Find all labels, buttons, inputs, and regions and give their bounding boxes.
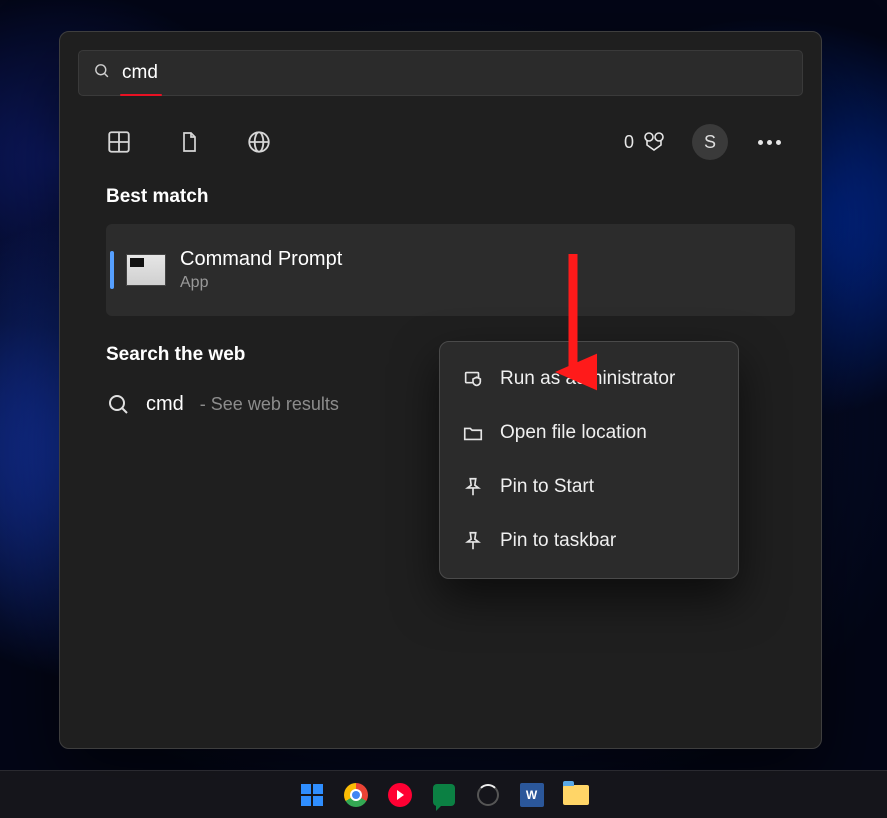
folder-icon <box>462 422 484 444</box>
search-bar[interactable] <box>78 50 803 96</box>
best-match-heading: Best match <box>106 186 803 208</box>
taskbar-word[interactable]: W <box>517 780 547 810</box>
cmd-icon <box>126 254 166 286</box>
chat-icon <box>433 784 455 806</box>
admin-shield-icon <box>462 368 484 390</box>
search-icon <box>106 392 130 416</box>
web-filter-icon[interactable] <box>246 129 272 155</box>
pin-icon <box>462 530 484 552</box>
folder-icon <box>563 785 589 805</box>
web-result-hint: - See web results <box>200 394 339 415</box>
ctx-pin-to-start[interactable]: Pin to Start <box>440 460 738 514</box>
word-icon: W <box>520 783 544 807</box>
ctx-label: Run as administrator <box>500 368 675 390</box>
ctx-open-file-location[interactable]: Open file location <box>440 406 738 460</box>
selection-accent <box>110 251 114 289</box>
taskbar-loading-app[interactable] <box>473 780 503 810</box>
start-search-panel: 0 S Best match Command Prompt App Search… <box>59 31 822 749</box>
result-subtitle: App <box>180 274 342 292</box>
windows-logo-icon <box>301 784 323 806</box>
taskbar-youtube-music[interactable] <box>385 780 415 810</box>
points-value: 0 <box>624 132 634 153</box>
taskbar: W <box>0 770 887 818</box>
result-command-prompt[interactable]: Command Prompt App <box>106 224 795 316</box>
ctx-pin-to-taskbar[interactable]: Pin to taskbar <box>440 514 738 568</box>
rewards-points[interactable]: 0 <box>624 130 666 154</box>
documents-filter-icon[interactable] <box>176 129 202 155</box>
start-button[interactable] <box>297 780 327 810</box>
apps-filter-icon[interactable] <box>106 129 132 155</box>
web-result-query: cmd <box>146 393 184 416</box>
ctx-label: Pin to taskbar <box>500 530 616 552</box>
ctx-label: Open file location <box>500 422 647 444</box>
user-avatar[interactable]: S <box>692 124 728 160</box>
rewards-icon <box>642 130 666 154</box>
taskbar-file-explorer[interactable] <box>561 780 591 810</box>
pin-icon <box>462 476 484 498</box>
search-input[interactable] <box>122 62 788 84</box>
ctx-label: Pin to Start <box>500 476 594 498</box>
result-title: Command Prompt <box>180 248 342 271</box>
taskbar-chrome[interactable] <box>341 780 371 810</box>
chrome-icon <box>344 783 368 807</box>
ctx-run-as-admin[interactable]: Run as administrator <box>440 352 738 406</box>
more-options-icon[interactable] <box>754 136 785 149</box>
youtube-music-icon <box>388 783 412 807</box>
search-icon <box>93 62 110 84</box>
avatar-initial: S <box>704 132 716 153</box>
taskbar-google-chat[interactable] <box>429 780 459 810</box>
toolbar: 0 S <box>78 96 803 184</box>
context-menu: Run as administrator Open file location … <box>439 341 739 579</box>
spinner-icon <box>477 784 499 806</box>
